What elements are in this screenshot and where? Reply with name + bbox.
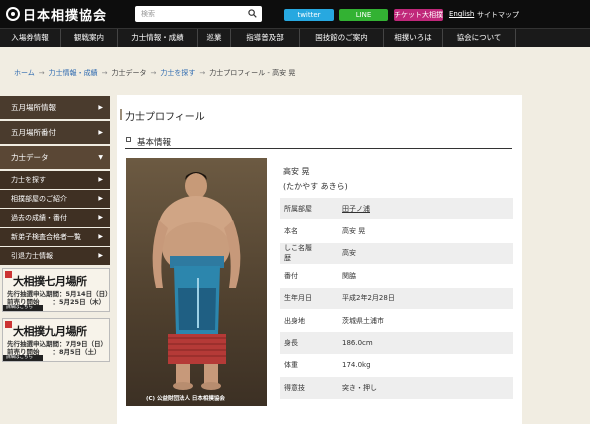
search-input[interactable]: 検索 bbox=[135, 6, 262, 22]
table-row: 体重 174.0kg bbox=[280, 355, 513, 376]
banner-title: 大相撲九月場所 bbox=[13, 325, 87, 338]
profile-label: 出身地 bbox=[284, 316, 305, 325]
nav-tickets[interactable]: 入場券情報 bbox=[0, 29, 61, 47]
nav-instruction[interactable]: 指導普及部 bbox=[231, 29, 300, 47]
twitter-button[interactable]: twitter bbox=[284, 9, 334, 21]
site-header: 日本相撲協会 検索 twitter LINE チケット大相撲 English サ… bbox=[0, 0, 590, 28]
sidebar-item-label: 五月場所番付 bbox=[11, 128, 56, 137]
section-divider bbox=[125, 148, 512, 149]
chevron-right-icon: ▶ bbox=[98, 176, 103, 183]
sidebar-sub-label: 過去の成績・番付 bbox=[11, 214, 67, 222]
sidebar-item-may-banzuke[interactable]: 五月場所番付 ▶ bbox=[0, 121, 110, 144]
profile-label: 得意技 bbox=[284, 383, 305, 392]
nav-kokugikan[interactable]: 国技館のご案内 bbox=[300, 29, 384, 47]
sidebar-item-rikishi-data[interactable]: 力士データ ▼ bbox=[0, 146, 110, 169]
profile-value: 関脇 bbox=[342, 271, 356, 280]
sidebar-sub-retired[interactable]: 引退力士情報 ▶ bbox=[0, 247, 110, 265]
breadcrumb-rikishi-data: 力士データ bbox=[111, 69, 147, 77]
banner-more-link[interactable]: 詳細はこちら bbox=[3, 305, 43, 311]
sidebar-item-label: 力士データ bbox=[11, 153, 49, 162]
banner-september-basho[interactable]: 大相撲九月場所 先行抽選申込期間：7月9日（日） 前売り開始 ：8月5日（土） … bbox=[2, 318, 110, 362]
table-row: 身長 186.0cm bbox=[280, 332, 513, 354]
section-title: 基本情報 bbox=[137, 138, 172, 148]
breadcrumb-rikishi-info[interactable]: 力士情報・成績 bbox=[49, 69, 98, 77]
title-accent bbox=[120, 109, 122, 120]
sitemap-link[interactable]: サイトマップ bbox=[477, 10, 519, 20]
sidebar: 五月場所情報 ▶ 五月場所番付 ▶ 力士データ ▼ 力士を探す ▶ 相撲部屋のご紹介 ▶ … bbox=[0, 96, 112, 266]
profile-value: 突き・押し bbox=[342, 383, 377, 392]
chevron-right-icon: ▶ bbox=[98, 233, 103, 240]
chevron-right-icon: ▶ bbox=[98, 104, 103, 111]
rikishi-figure bbox=[152, 172, 241, 390]
profile-label: 生年月日 bbox=[284, 294, 312, 303]
sidebar-item-label: 五月場所情報 bbox=[11, 103, 56, 112]
chevron-right-icon: ▶ bbox=[98, 214, 103, 221]
stable-link[interactable]: 田子ノ浦 bbox=[312, 204, 370, 214]
banner-more-link[interactable]: 詳細はこちら bbox=[3, 355, 43, 361]
chevron-right-icon: ▶ bbox=[98, 195, 103, 202]
page-title: 力士プロフィール bbox=[125, 112, 205, 123]
table-row: 出身地 茨城県土浦市 bbox=[280, 310, 513, 331]
sidebar-sub-label: 新弟子検査合格者一覧 bbox=[11, 233, 81, 241]
profile-label: 体重 bbox=[284, 361, 298, 370]
profile-value: 茨城県土浦市 bbox=[342, 316, 384, 325]
table-row: しこ名履歴 高安 bbox=[280, 242, 513, 265]
sidebar-sub-stables[interactable]: 相撲部屋のご紹介 ▶ bbox=[0, 190, 110, 208]
banner-july-basho[interactable]: 大相撲七月場所 先行抽選申込期間：5月14日（日） 前売り開始 ：5月25日（木… bbox=[2, 268, 112, 312]
breadcrumb-home[interactable]: ホーム bbox=[14, 69, 35, 77]
profile-label: しこ名履歴 bbox=[284, 244, 312, 263]
sidebar-sub-new-recruits[interactable]: 新弟子検査合格者一覧 ▶ bbox=[0, 228, 110, 246]
nav-jungyo[interactable]: 巡業 bbox=[198, 29, 231, 47]
profile-table: 所属部屋 田子ノ浦 本名 高安 晃 しこ名履歴 高安 番付 関脇 生年月日 平成2年2月2… bbox=[280, 198, 513, 400]
banner-badge-icon bbox=[5, 271, 12, 278]
search-icon[interactable] bbox=[248, 9, 257, 18]
section-square-icon bbox=[126, 137, 131, 142]
profile-label: 身長 bbox=[284, 339, 298, 348]
search-placeholder: 検索 bbox=[141, 10, 155, 18]
profile-value: 平成2年2月28日 bbox=[342, 294, 395, 303]
breadcrumb-current: 力士プロフィール - 高安 晃 bbox=[209, 69, 296, 77]
table-row: 本名 高安 晃 bbox=[280, 220, 513, 241]
profile-value: 高安 晃 bbox=[342, 227, 366, 236]
sidebar-sub-search[interactable]: 力士を探す ▶ bbox=[0, 171, 110, 189]
breadcrumb: ホーム → 力士情報・成績 → 力士データ → 力士を探す → 力士プロフィール - 高安 晃 bbox=[14, 69, 296, 77]
chevron-right-icon: ▶ bbox=[98, 252, 103, 259]
logo-text: 日本相撲協会 bbox=[23, 8, 108, 24]
english-link[interactable]: English bbox=[449, 10, 474, 18]
site-logo[interactable]: 日本相撲協会 bbox=[6, 5, 108, 24]
rikishi-photo: (C) 公益財団法人 日本相撲協会 bbox=[126, 158, 267, 406]
sidebar-sub-past-results[interactable]: 過去の成績・番付 ▶ bbox=[0, 209, 110, 227]
profile-label: 本名 bbox=[284, 227, 298, 236]
crest-icon bbox=[6, 7, 20, 21]
breadcrumb-search[interactable]: 力士を探す bbox=[160, 69, 195, 77]
line-button[interactable]: LINE bbox=[339, 9, 388, 21]
photo-copyright: (C) 公益財団法人 日本相撲協会 bbox=[146, 396, 225, 402]
profile-panel: 力士プロフィール 基本情報 (C) 公益財団法人 日本相撲協会 高安 晃 (たか… bbox=[117, 95, 522, 424]
sidebar-item-may-info[interactable]: 五月場所情報 ▶ bbox=[0, 96, 110, 119]
table-row: 得意技 突き・押し bbox=[280, 377, 513, 399]
ticket-button[interactable]: チケット大相撲 bbox=[394, 9, 443, 21]
main-nav: 入場券情報 観戦案内 力士情報・成績 巡業 指導普及部 国技館のご案内 相撲いろ… bbox=[0, 28, 590, 47]
profile-label: 番付 bbox=[284, 271, 298, 280]
sidebar-sub-label: 力士を探す bbox=[11, 176, 46, 184]
banner-badge-icon bbox=[5, 321, 12, 328]
profile-value: 高安 bbox=[342, 249, 356, 258]
profile-value: 174.0kg bbox=[342, 361, 371, 370]
sidebar-sub-label: 引退力士情報 bbox=[11, 252, 53, 260]
table-row: 生年月日 平成2年2月28日 bbox=[280, 287, 513, 309]
table-row: 番付 関脇 bbox=[280, 265, 513, 286]
nav-rikishi-info[interactable]: 力士情報・成績 bbox=[118, 29, 198, 47]
profile-label: 所属部屋 bbox=[284, 204, 312, 213]
banner-title: 大相撲七月場所 bbox=[13, 275, 87, 288]
rikishi-name: 高安 晃 bbox=[283, 167, 310, 176]
table-row: 所属部屋 田子ノ浦 bbox=[280, 198, 513, 220]
rikishi-reading: (たかやす あきら) bbox=[283, 182, 348, 191]
chevron-down-icon: ▼ bbox=[98, 154, 103, 161]
profile-value: 186.0cm bbox=[342, 339, 373, 348]
chevron-right-icon: ▶ bbox=[98, 129, 103, 136]
nav-sumo-basics[interactable]: 相撲いろは bbox=[384, 29, 443, 47]
nav-about[interactable]: 協会について bbox=[443, 29, 516, 47]
sidebar-sub-label: 相撲部屋のご紹介 bbox=[11, 195, 67, 203]
nav-viewing-guide[interactable]: 観戦案内 bbox=[61, 29, 118, 47]
